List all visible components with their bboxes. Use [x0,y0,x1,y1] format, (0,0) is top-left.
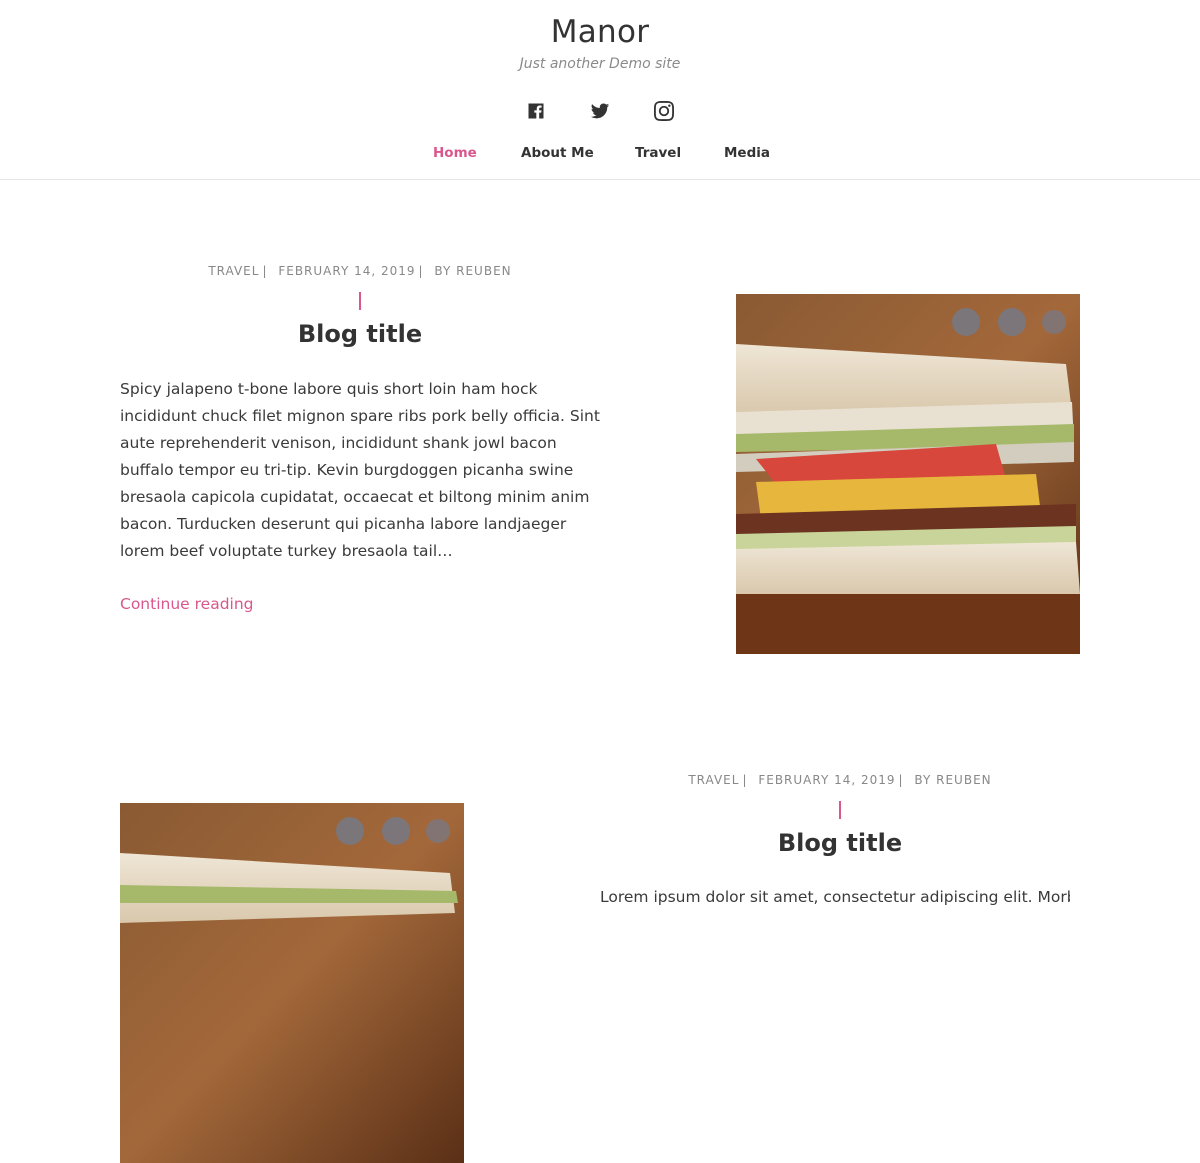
nav-item-about-me[interactable]: About Me [521,145,594,161]
site-tagline: Just another Demo site [519,56,681,72]
sandwich-image [120,803,464,1163]
meta-separator: | [262,264,268,278]
post-category-link[interactable]: TRAVEL [208,264,259,278]
continue-reading-link[interactable]: Continue reading [120,595,254,613]
nav-item-home[interactable]: Home [433,145,477,161]
meta-separator: | [418,264,424,278]
post-date-link[interactable]: FEBRUARY 14, 2019 [278,264,415,278]
post-by-label: BY [434,264,452,278]
post-thumbnail[interactable] [120,803,464,1163]
post-excerpt: Spicy jalapeno t-bone labore quis short … [120,380,600,560]
nav-item-travel[interactable]: Travel [635,145,681,161]
post-thumbnail[interactable] [736,294,1080,654]
facebook-link[interactable] [524,99,548,123]
twitter-icon [590,103,610,119]
meta-separator: | [742,773,748,787]
social-links [0,99,1200,123]
title-divider [359,292,361,310]
post-meta: TRAVEL | FEBRUARY 14, 2019 | BY REUBEN [120,264,600,278]
post-excerpt: Lorem ipsum dolor sit amet, consectetur … [600,888,1070,906]
main-navigation: Home About Me Travel Media [0,145,1200,165]
site-title[interactable]: Manor [0,14,1200,50]
title-divider [839,801,841,819]
meta-separator: | [898,773,904,787]
post-title[interactable]: Blog title [120,320,600,348]
post-category-link[interactable]: TRAVEL [688,773,739,787]
post-by-label: BY [914,773,932,787]
site-header: Manor Just another Demo site Home About … [0,0,1200,180]
instagram-link[interactable] [652,99,676,123]
nav-item-media[interactable]: Media [724,145,770,161]
twitter-link[interactable] [588,99,612,123]
post-meta: TRAVEL | FEBRUARY 14, 2019 | BY REUBEN [600,773,1080,787]
post-author-link[interactable]: REUBEN [936,773,992,787]
instagram-icon [654,101,674,121]
post-title[interactable]: Blog title [600,829,1080,857]
post-date-link[interactable]: FEBRUARY 14, 2019 [758,773,895,787]
facebook-icon [528,103,544,119]
post-author-link[interactable]: REUBEN [456,264,512,278]
sandwich-image [736,294,1080,654]
